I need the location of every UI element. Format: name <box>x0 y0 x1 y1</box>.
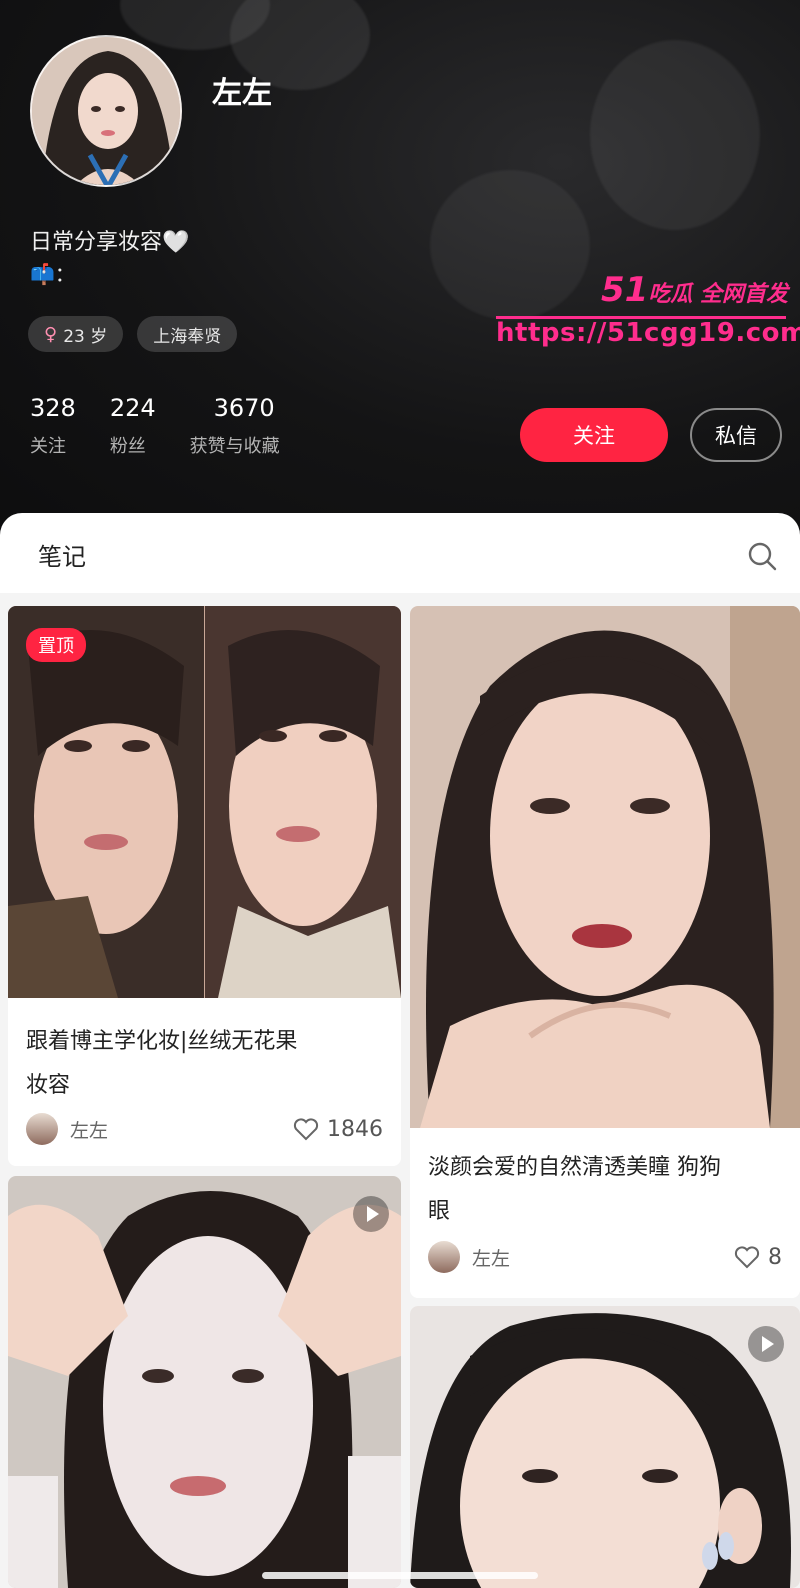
note-cover-image <box>8 1176 401 1588</box>
watermark-divider <box>496 316 786 319</box>
author-avatar[interactable] <box>428 1241 460 1273</box>
note-title-line: 淡颜会爱的自然清透美瞳 狗狗 <box>428 1155 721 1180</box>
like-count: 1846 <box>327 1116 383 1142</box>
location-tag: 上海奉贤 <box>137 316 238 352</box>
heart-icon <box>293 1118 319 1141</box>
stat-likes-collects[interactable]: 3670 获赞与收藏 <box>190 394 280 458</box>
female-icon: ♀ <box>44 323 58 345</box>
stat-value: 3670 <box>213 394 275 422</box>
profile-bio: 日常分享妆容🤍 <box>30 230 190 255</box>
note-title-line: 跟着博主学化妆|丝绒无花果 <box>26 1029 298 1054</box>
age-label: 23 岁 <box>63 326 108 347</box>
pinned-badge: 置顶 <box>26 628 86 662</box>
watermark-title: 51吃瓜 全网首发 <box>496 270 796 310</box>
watermark-number: 51 <box>601 270 649 310</box>
profile-name: 左左 <box>212 76 272 111</box>
watermark-text: 吃瓜 全网首发 <box>648 282 788 307</box>
age-tag: ♀ 23 岁 <box>28 316 124 352</box>
stat-value: 224 <box>109 394 156 422</box>
profile-bio-contact: 📫： <box>30 262 75 286</box>
note-title-line: 眼 <box>428 1199 451 1224</box>
play-icon <box>748 1326 784 1362</box>
watermark: 51吃瓜 全网首发 https://51cgg19.com <box>496 270 800 348</box>
note-cover-image <box>8 606 401 998</box>
like-count: 8 <box>768 1244 782 1270</box>
home-indicator <box>262 1572 538 1579</box>
author-name[interactable]: 左左 <box>70 1116 293 1143</box>
stat-label: 关注 <box>30 436 66 457</box>
stat-value: 328 <box>30 394 76 422</box>
follow-button[interactable]: 关注 <box>520 408 668 462</box>
location-label: 上海奉贤 <box>153 326 222 347</box>
note-title: 淡颜会爱的自然清透美瞳 狗狗 眼 <box>428 1146 721 1234</box>
stat-label: 粉丝 <box>109 436 146 457</box>
like-button[interactable]: 8 <box>734 1245 782 1270</box>
search-icon[interactable] <box>746 540 778 572</box>
note-title: 跟着博主学化妆|丝绒无花果 妆容 <box>26 1020 297 1108</box>
note-card[interactable] <box>410 1306 800 1588</box>
profile-stats: 328 关注 224 粉丝 3670 获赞与收藏 <box>30 394 280 458</box>
watermark-url: https://51cgg19.com <box>496 318 800 348</box>
author-name[interactable]: 左左 <box>472 1244 734 1271</box>
author-avatar[interactable] <box>26 1113 58 1145</box>
tab-notes[interactable]: 笔记 <box>38 537 86 572</box>
background-decoration <box>590 40 760 230</box>
profile-tags: ♀ 23 岁 上海奉贤 <box>28 316 238 352</box>
heart-icon <box>734 1246 760 1269</box>
notes-feed: 置顶 跟着博主学化妆|丝绒无花果 妆容 左左 1846 淡颜会爱的自然清透美瞳 … <box>0 596 800 1588</box>
message-button[interactable]: 私信 <box>690 408 782 462</box>
notes-tab-bar: 笔记 <box>0 513 800 593</box>
stat-following[interactable]: 328 关注 <box>30 394 76 458</box>
profile-avatar[interactable] <box>30 35 182 187</box>
profile-header: 左左 日常分享妆容🤍 📫： ♀ 23 岁 上海奉贤 328 关注 224 粉丝 … <box>0 0 800 540</box>
note-title-line: 妆容 <box>26 1073 71 1098</box>
note-cover-image <box>410 606 800 1128</box>
note-card[interactable]: 置顶 跟着博主学化妆|丝绒无花果 妆容 左左 1846 <box>8 606 401 1166</box>
stat-followers[interactable]: 224 粉丝 <box>110 394 156 458</box>
play-icon <box>353 1196 389 1232</box>
note-cover-image <box>410 1306 800 1588</box>
note-meta: 左左 1846 <box>26 1112 383 1146</box>
note-meta: 左左 8 <box>428 1240 782 1274</box>
like-button[interactable]: 1846 <box>293 1117 383 1142</box>
stat-label: 获赞与收藏 <box>189 436 280 457</box>
note-card[interactable]: 淡颜会爱的自然清透美瞳 狗狗 眼 左左 8 <box>410 606 800 1298</box>
note-card[interactable] <box>8 1176 401 1588</box>
